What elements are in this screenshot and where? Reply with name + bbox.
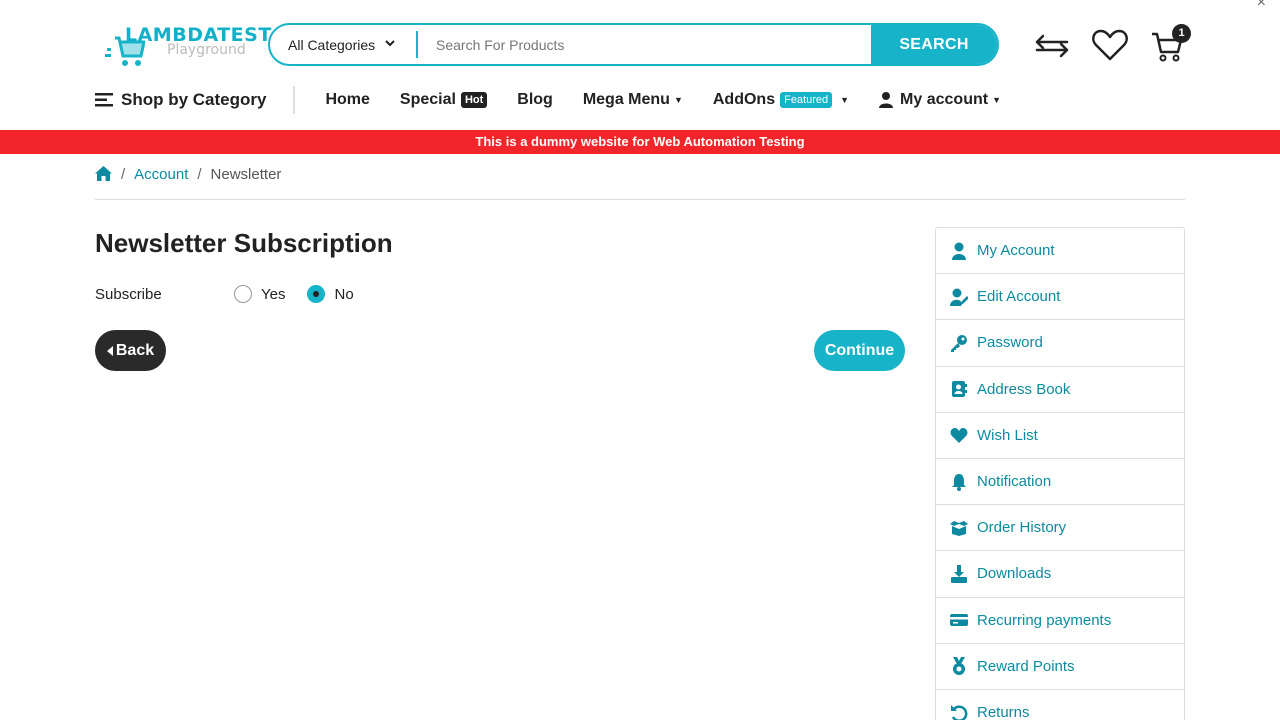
sidebar-item-label: Recurring payments (977, 611, 1112, 629)
breadcrumb-current: Newsletter (210, 166, 282, 183)
radio-label-yes: Yes (261, 285, 286, 303)
key-icon (951, 334, 967, 352)
hot-badge: Hot (460, 92, 488, 108)
site-logo[interactable]: LAMBDATEST Playground (105, 22, 271, 70)
page-title: Newsletter Subscription (95, 228, 393, 258)
radio-label-no: No (334, 285, 354, 303)
download-icon (951, 564, 967, 583)
breadcrumb-home[interactable] (95, 166, 112, 185)
wishlist-button[interactable] (1090, 26, 1130, 64)
search-button[interactable]: SEARCH (871, 25, 997, 64)
caret-down-icon: ▼ (992, 95, 1001, 105)
search-input[interactable] (418, 25, 871, 64)
compare-button[interactable] (1033, 26, 1073, 64)
subscribe-row: Subscribe Yes No (95, 285, 376, 303)
user-edit-icon (950, 288, 968, 306)
sidebar-item-reward-points[interactable]: Reward Points (936, 644, 1184, 690)
sidebar-item-downloads[interactable]: Downloads (936, 551, 1184, 598)
caret-down-icon: ▼ (840, 95, 850, 105)
heart-icon (950, 428, 968, 444)
compare-arrows-icon (1035, 34, 1069, 58)
nav-blog[interactable]: Blog (517, 91, 553, 109)
sidebar-item-notification[interactable]: Notification (936, 459, 1184, 506)
nav-home[interactable]: Home (325, 91, 369, 109)
address-book-icon (952, 381, 967, 398)
account-sidebar: My Account Edit Account Password Address… (935, 227, 1185, 720)
caret-down-icon: ▼ (673, 95, 683, 105)
breadcrumb: / Account / Newsletter (95, 166, 1185, 200)
user-icon (879, 92, 894, 108)
box-icon (950, 520, 968, 536)
sidebar-item-wish-list[interactable]: Wish List (936, 413, 1184, 459)
back-button[interactable]: Back (95, 330, 166, 371)
subscribe-no-radio[interactable]: No (307, 285, 354, 303)
sidebar-item-recurring-payments[interactable]: Recurring payments (936, 598, 1184, 644)
search-bar: All Categories SEARCH (268, 23, 999, 66)
sidebar-item-label: Notification (977, 473, 1052, 491)
user-icon (952, 242, 966, 260)
cart-count-badge: 1 (1172, 24, 1191, 43)
category-select-label: All Categories (288, 36, 376, 53)
continue-button[interactable]: Continue (814, 330, 905, 371)
sidebar-item-returns[interactable]: Returns (936, 690, 1184, 720)
nav-blog-label: Blog (517, 91, 553, 108)
sidebar-item-edit-account[interactable]: Edit Account (936, 274, 1184, 321)
shop-by-category-label: Shop by Category (121, 90, 267, 109)
sidebar-item-address-book[interactable]: Address Book (936, 367, 1184, 413)
sidebar-item-label: Address Book (977, 380, 1071, 398)
sidebar-item-label: Downloads (977, 565, 1052, 583)
sidebar-item-label: Edit Account (977, 288, 1061, 306)
close-icon[interactable]: × (1257, 0, 1266, 12)
cart-button[interactable]: 1 (1148, 24, 1191, 64)
radio-button-checked[interactable] (307, 285, 326, 303)
sidebar-item-order-history[interactable]: Order History (936, 505, 1184, 552)
sidebar-item-password[interactable]: Password (936, 320, 1184, 367)
credit-card-icon (950, 614, 968, 627)
featured-badge: Featured (780, 92, 833, 108)
nav-my-account-label: My account (900, 91, 989, 108)
bell-icon (952, 473, 966, 491)
main-nav: Shop by Category Home Special Hot Blog M… (95, 84, 1001, 116)
heart-icon (1092, 29, 1128, 61)
nav-special-label: Special (399, 91, 456, 108)
sidebar-item-label: My Account (977, 242, 1055, 260)
category-select[interactable]: All Categories (270, 31, 418, 58)
breadcrumb-separator: / (121, 166, 126, 183)
subscribe-label: Subscribe (95, 285, 162, 303)
radio-button[interactable] (234, 285, 252, 303)
nav-addons-label: AddOns (712, 91, 776, 108)
menu-icon (95, 93, 113, 107)
logo-subtitle: Playground (167, 42, 246, 58)
nav-mega-menu-label: Mega Menu (582, 91, 670, 108)
nav-special[interactable]: Special Hot (399, 91, 488, 109)
breadcrumb-account[interactable]: Account (134, 166, 188, 183)
nav-addons[interactable]: AddOns Featured ▼ (713, 91, 849, 109)
caret-left-icon (106, 345, 113, 356)
nav-home-label: Home (325, 91, 370, 108)
sidebar-item-label: Reward Points (977, 657, 1075, 675)
home-icon (95, 166, 112, 181)
chevron-down-icon (385, 39, 395, 50)
sidebar-item-label: Returns (977, 704, 1030, 720)
nav-my-account[interactable]: My account ▼ (879, 91, 1001, 109)
notice-banner: This is a dummy website for Web Automati… (0, 130, 1280, 154)
sidebar-item-label: Wish List (977, 426, 1038, 444)
undo-icon (951, 704, 968, 720)
sidebar-item-label: Password (977, 334, 1043, 352)
sidebar-item-my-account[interactable]: My Account (936, 228, 1184, 275)
nav-mega-menu[interactable]: Mega Menu ▼ (583, 91, 683, 109)
subscribe-yes-radio[interactable]: Yes (234, 285, 285, 303)
shop-by-category-button[interactable]: Shop by Category (95, 86, 296, 114)
breadcrumb-separator: / (197, 166, 202, 183)
sidebar-item-label: Order History (977, 519, 1067, 537)
medal-icon (953, 657, 965, 676)
back-button-label: Back (115, 341, 155, 359)
